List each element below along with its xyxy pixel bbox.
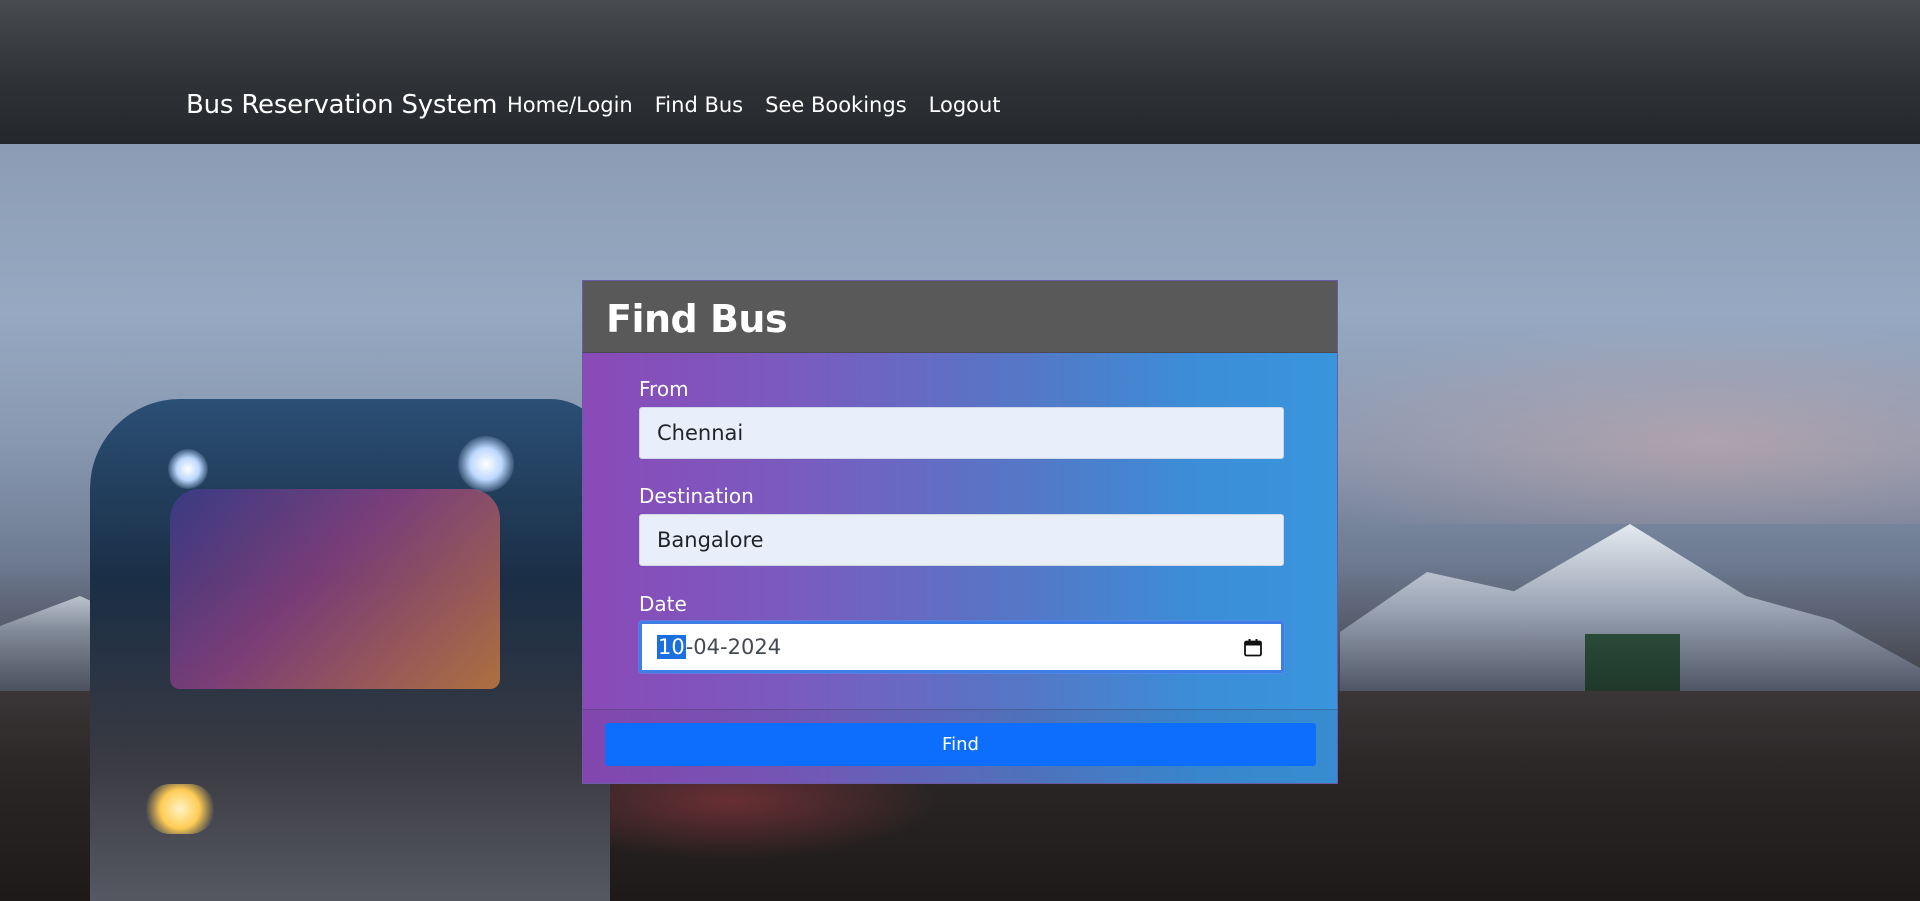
date-input[interactable]: 10 -04-2024 — [639, 621, 1284, 673]
find-button[interactable]: Find — [605, 723, 1316, 766]
bus-headlight — [145, 784, 215, 834]
card-title: Find Bus — [606, 297, 788, 341]
card-header: Find Bus — [583, 281, 1337, 353]
from-label: From — [639, 377, 689, 401]
bus-roof-light — [168, 449, 208, 489]
card-footer: Find — [583, 709, 1337, 783]
destination-value: Bangalore — [657, 528, 764, 552]
brand-title[interactable]: Bus Reservation System — [186, 90, 497, 120]
from-input[interactable]: Chennai — [639, 407, 1284, 459]
bus-windshield — [170, 489, 500, 689]
find-bus-card: Find Bus From Chennai Destination Bangal… — [582, 280, 1338, 784]
date-day-segment[interactable]: 10 — [657, 635, 686, 659]
navbar: Bus Reservation System Home/Login Find B… — [0, 0, 1920, 144]
card-body: From Chennai Destination Bangalore Date … — [583, 353, 1337, 783]
calendar-icon[interactable] — [1243, 638, 1263, 658]
destination-input[interactable]: Bangalore — [639, 514, 1284, 566]
date-rest-segment[interactable]: -04-2024 — [686, 635, 781, 659]
from-value: Chennai — [657, 421, 744, 445]
nav-find-bus[interactable]: Find Bus — [655, 93, 743, 117]
nav-logout[interactable]: Logout — [929, 93, 1001, 117]
nav-home-login[interactable]: Home/Login — [507, 93, 633, 117]
destination-label: Destination — [639, 484, 754, 508]
date-label: Date — [639, 592, 687, 616]
nav-see-bookings[interactable]: See Bookings — [765, 93, 907, 117]
nav-links: Home/Login Find Bus See Bookings Logout — [507, 93, 1001, 117]
bus-roof-light — [458, 436, 514, 492]
